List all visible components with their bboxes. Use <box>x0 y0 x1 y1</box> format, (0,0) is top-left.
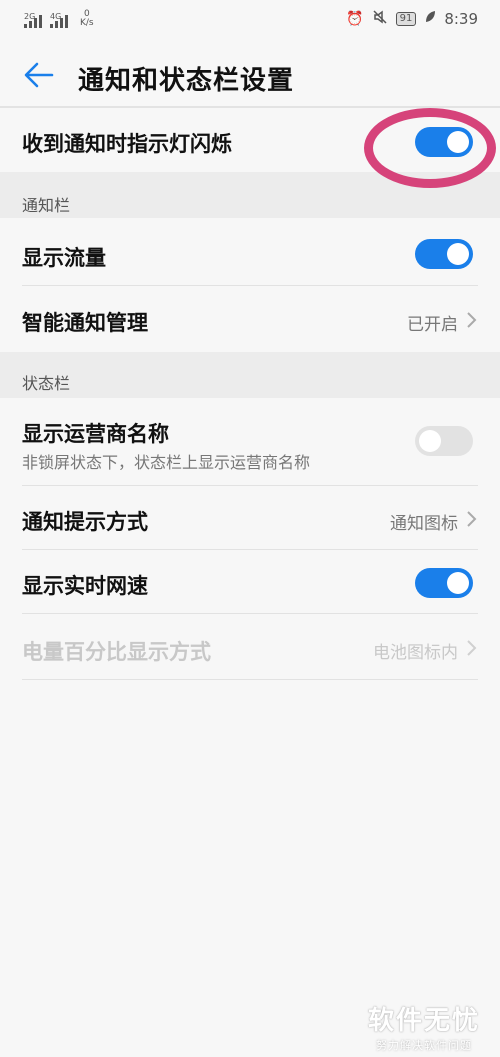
chevron-right-icon <box>467 312 477 328</box>
notification-style-label: 通知提示方式 <box>22 510 148 534</box>
notification-style-row[interactable]: 通知提示方式 通知图标 <box>0 486 500 550</box>
watermark-subtitle: 努力解决软件问题 <box>375 1039 472 1052</box>
carrier-name-description: 非锁屏状态下，状态栏上显示运营商名称 <box>22 453 311 472</box>
toggle-knob <box>447 243 469 265</box>
toggle-knob <box>419 430 441 452</box>
status-bar: 2G 4G 0 K/s ⏰ 91 8:39 <box>0 0 500 40</box>
section-status-bar: 状态栏 <box>0 352 500 398</box>
arrow-left-icon <box>24 62 54 88</box>
page-title: 通知和状态栏设置 <box>78 66 295 96</box>
battery-percentage-value: 电池图标内 <box>373 643 458 663</box>
chevron-right-icon <box>467 511 477 527</box>
indicator-light-label: 收到通知时指示灯闪烁 <box>22 132 232 156</box>
section-label: 状态栏 <box>22 374 71 393</box>
smart-notification-row[interactable]: 智能通知管理 已开启 <box>0 286 500 352</box>
smart-notification-value: 已开启 <box>407 315 458 335</box>
carrier-name-row[interactable]: 显示运营商名称 非锁屏状态下，状态栏上显示运营商名称 <box>0 398 500 486</box>
highlight-circle-annotation <box>364 108 496 188</box>
row-divider <box>22 679 478 680</box>
clock: 8:39 <box>444 10 478 28</box>
carrier-name-toggle[interactable] <box>415 426 473 456</box>
smart-notification-label: 智能通知管理 <box>22 311 148 335</box>
watermark-title: 软件无忧 <box>367 1006 480 1036</box>
chevron-right-icon <box>467 640 477 656</box>
network-speed-unit: K/s <box>80 18 94 28</box>
toggle-knob <box>447 572 469 594</box>
network-speed: 0 K/s <box>80 10 94 28</box>
show-traffic-toggle[interactable] <box>415 239 473 269</box>
battery-icon: 91 <box>395 12 417 26</box>
back-button[interactable] <box>22 60 56 90</box>
realtime-speed-toggle[interactable] <box>415 568 473 598</box>
mute-icon <box>372 9 388 29</box>
app-bar: 通知和状态栏设置 <box>0 48 500 106</box>
signal-1-label: 2G <box>24 12 36 21</box>
signal-strength-icon: 2G <box>24 12 42 28</box>
realtime-speed-label: 显示实时网速 <box>22 574 148 598</box>
notification-style-value: 通知图标 <box>390 514 458 534</box>
show-traffic-row[interactable]: 显示流量 <box>0 218 500 286</box>
carrier-name-label: 显示运营商名称 <box>22 422 169 446</box>
battery-percentage-row: 电量百分比显示方式 电池图标内 <box>0 614 500 680</box>
signal-2-label: 4G <box>50 12 62 21</box>
realtime-speed-row[interactable]: 显示实时网速 <box>0 550 500 614</box>
show-traffic-label: 显示流量 <box>22 246 106 270</box>
signal-strength-icon: 4G <box>50 12 68 28</box>
battery-percentage-label: 电量百分比显示方式 <box>22 640 211 664</box>
alarm-icon: ⏰ <box>346 11 364 27</box>
watermark: 软件无忧 努力解决软件问题 <box>368 1000 480 1053</box>
section-label: 通知栏 <box>22 196 71 215</box>
leaf-icon <box>424 10 436 28</box>
